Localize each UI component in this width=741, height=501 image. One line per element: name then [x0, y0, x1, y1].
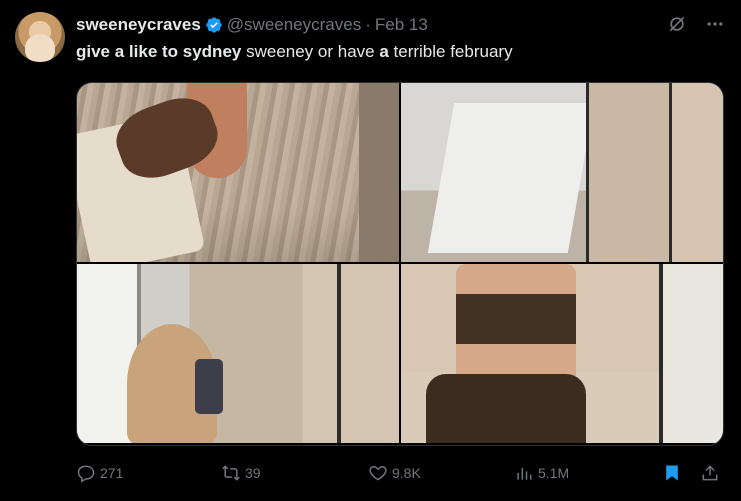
share-icon — [702, 465, 718, 481]
photo-detail — [337, 264, 341, 443]
media-photo-1[interactable] — [77, 83, 399, 262]
tweet-text-part: sweeney or have — [241, 42, 380, 61]
retweet-button[interactable]: 39 — [221, 463, 261, 483]
tweet-text-part: a — [379, 42, 389, 61]
photo-detail — [426, 374, 586, 443]
retweet-icon — [222, 465, 240, 481]
reply-button[interactable]: 271 — [76, 463, 123, 483]
views-button[interactable]: 5.1M — [514, 463, 569, 483]
photo-detail — [456, 294, 576, 344]
tweet-text-part: give a like to sydney — [76, 42, 242, 61]
photo-detail — [659, 264, 723, 443]
media-photo-4[interactable] — [401, 264, 723, 443]
photo-detail — [427, 103, 595, 253]
tweet-text: give a like to sydney sweeney or have a … — [76, 42, 513, 62]
more-icon[interactable] — [705, 14, 725, 34]
photo-detail — [669, 83, 723, 262]
reply-count: 271 — [100, 465, 124, 481]
bookmark-icon — [666, 465, 678, 481]
like-count: 9.8K — [392, 465, 421, 481]
media-photo-2[interactable] — [401, 83, 723, 262]
verified-badge-icon — [206, 17, 222, 33]
tweet-text-part: terrible february — [388, 42, 513, 61]
views-icon — [517, 468, 532, 480]
media-grid — [76, 82, 724, 446]
top-right-actions — [667, 14, 725, 34]
media-photo-3[interactable] — [77, 264, 399, 443]
photo-detail — [586, 83, 669, 262]
share-button[interactable] — [700, 463, 720, 483]
display-name[interactable]: sweeneycraves — [76, 15, 201, 35]
avatar[interactable] — [15, 12, 65, 62]
like-button[interactable]: 9.8K — [368, 463, 421, 483]
photo-detail — [359, 83, 399, 262]
separator-dot: · — [365, 15, 371, 34]
tweet-actions: 271 39 9.8K 5.1M — [76, 461, 722, 485]
heart-icon — [369, 465, 387, 481]
grok-icon[interactable] — [667, 14, 687, 34]
handle[interactable]: @sweeneycraves — [227, 15, 361, 35]
bookmark-button[interactable] — [662, 463, 682, 483]
photo-detail — [195, 359, 223, 414]
reply-icon — [77, 465, 95, 483]
tweet-date[interactable]: Feb 13 — [375, 15, 428, 35]
view-count: 5.1M — [538, 465, 570, 481]
tweet-header: sweeneycraves @sweeneycraves · Feb 13 — [76, 14, 428, 36]
retweet-count: 39 — [245, 465, 261, 481]
